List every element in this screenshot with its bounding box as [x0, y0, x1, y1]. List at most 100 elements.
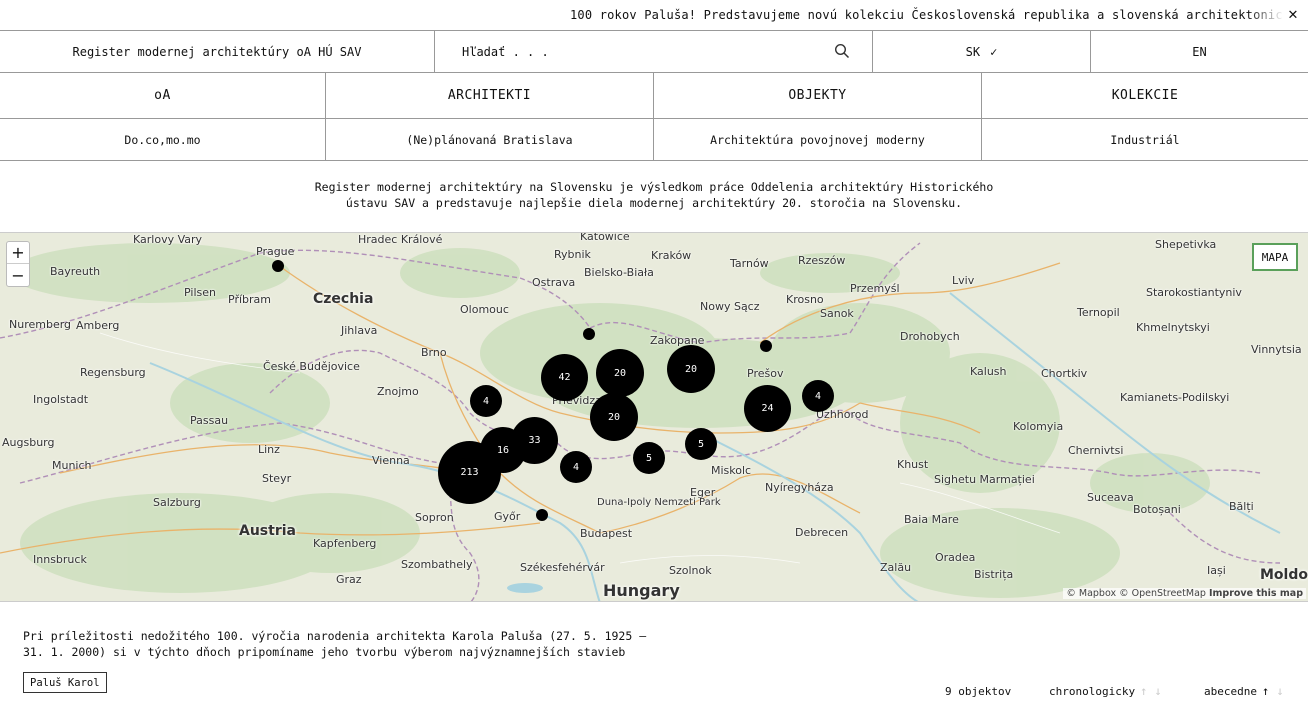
city-label: Starokostiantyniv [1146, 286, 1242, 299]
city-label: Przemyśl [850, 282, 900, 295]
city-label: Iași [1207, 564, 1226, 577]
city-label: Augsburg [2, 436, 55, 449]
collection-neplanovana-bratislava[interactable]: (Ne)plánovaná Bratislava [326, 119, 654, 160]
country-label: Austria [239, 523, 296, 539]
sort-arrows-icon: ↑ ↓ [1140, 684, 1162, 698]
map-cluster[interactable]: 5 [633, 442, 665, 474]
map-cluster[interactable]: 20 [596, 349, 644, 397]
map-marker[interactable] [272, 260, 284, 272]
city-label: Brno [421, 346, 447, 359]
city-label: Innsbruck [33, 553, 87, 566]
city-label: Lviv [952, 274, 975, 287]
city-label: Steyr [262, 472, 292, 485]
zoom-control: + − [6, 241, 30, 287]
city-label: Bistrița [974, 568, 1014, 581]
collection-industrial[interactable]: Industriál [982, 119, 1308, 160]
zoom-out-button[interactable]: − [7, 264, 29, 286]
site-title[interactable]: Register modernej architektúry oA HÚ SAV [0, 31, 435, 73]
map-cluster[interactable]: 42 [541, 354, 588, 401]
map-cluster[interactable]: 4 [470, 385, 502, 417]
lang-en-button[interactable]: EN [1091, 31, 1308, 73]
lang-sk-label: SK [965, 45, 981, 59]
ticker-text[interactable]: 100 rokov Paluša! Predstavujeme novú kol… [570, 8, 1308, 22]
country-label: Hungary [603, 581, 680, 600]
collection-povojnova-moderna[interactable]: Architektúra povojnovej moderny [654, 119, 982, 160]
nav-item-oa[interactable]: oA [0, 73, 326, 118]
sort-arrows-icon: ↑ ↓ [1261, 684, 1284, 698]
city-label: Szolnok [669, 564, 712, 577]
map-marker[interactable] [760, 340, 772, 352]
attribution-text[interactable]: © Mapbox © OpenStreetMap [1066, 588, 1206, 599]
map-marker[interactable] [583, 328, 595, 340]
check-icon: ✓ [990, 45, 998, 59]
sort-alphabetical[interactable]: abecedne ↑ ↓ [1204, 684, 1284, 698]
city-label: Kolomyia [1013, 420, 1064, 433]
city-label: Prešov [747, 367, 784, 380]
city-label: Bălți [1229, 500, 1254, 513]
lang-sk-button[interactable]: SK ✓ [873, 31, 1091, 73]
city-label: Győr [494, 510, 521, 523]
city-label: Znojmo [377, 385, 419, 398]
header-bar: Register modernej architektúry oA HÚ SAV… [0, 31, 1308, 73]
search-icon[interactable] [834, 43, 850, 59]
city-label: Kapfenberg [313, 537, 377, 550]
city-label: Nyíregyháza [765, 481, 834, 494]
city-label: Vinnytsia [1251, 343, 1302, 356]
city-label: Oradea [935, 551, 976, 564]
city-label: Olomouc [460, 303, 509, 316]
city-label: Zalău [880, 561, 912, 574]
map-cluster[interactable]: 4 [802, 380, 834, 412]
search-input[interactable] [462, 45, 822, 59]
close-icon[interactable]: ✕ [1282, 3, 1304, 25]
city-label: Duna-Ipoly Nemzeti Park [597, 497, 721, 508]
city-label: Drohobych [900, 330, 960, 343]
improve-map-link[interactable]: Improve this map [1209, 588, 1303, 599]
nav-item-objekty[interactable]: OBJEKTY [654, 73, 982, 118]
collection-description: Pri príležitosti nedožitého 100. výročia… [23, 629, 647, 659]
map-cluster[interactable]: 4 [560, 451, 592, 483]
city-label: Budapest [580, 527, 633, 540]
city-label: Graz [336, 573, 362, 586]
city-label: Chortkiv [1041, 367, 1088, 380]
search-box [435, 31, 873, 73]
country-label: Czechia [313, 291, 374, 307]
city-label: Sopron [415, 511, 454, 524]
city-label: Katowice [580, 232, 630, 243]
announcement-ticker: 100 rokov Paluša! Predstavujeme novú kol… [0, 0, 1308, 31]
city-label: Miskolc [711, 464, 752, 477]
map-cluster[interactable]: 20 [667, 345, 715, 393]
collection-docomomo[interactable]: Do.co,mo.mo [0, 119, 326, 160]
city-label: Ostrava [532, 276, 576, 289]
map-cluster[interactable]: 33 [511, 417, 558, 464]
city-label: Salzburg [153, 496, 201, 509]
city-label: Kamianets-Podilskyi [1120, 391, 1230, 404]
city-label: Kraków [651, 249, 692, 262]
map-cluster[interactable]: 24 [744, 385, 791, 432]
sort-chronological-label: chronologicky [1049, 684, 1136, 698]
sort-chronological[interactable]: chronologicky ↑ ↓ [1049, 684, 1162, 698]
city-label: Kalush [970, 365, 1007, 378]
object-count: 9 objektov [945, 685, 1012, 698]
map-view[interactable]: Czechia Austria Hungary Moldov Karlovy V… [0, 232, 1308, 602]
nav-item-kolekcie[interactable]: KOLEKCIE [982, 73, 1308, 118]
map-cluster[interactable]: 20 [590, 393, 638, 441]
city-label: Székesfehérvár [520, 561, 605, 574]
city-label: Sighetu Marmației [934, 473, 1035, 486]
map-cluster[interactable]: 5 [685, 428, 717, 460]
map-view-button[interactable]: MAPA [1252, 243, 1298, 271]
country-label: Moldov [1260, 567, 1308, 583]
map-marker[interactable] [536, 509, 548, 521]
city-label: Ternopil [1077, 306, 1120, 319]
city-label: Szombathely [401, 558, 473, 571]
nav-item-architekti[interactable]: ARCHITEKTI [326, 73, 654, 118]
city-label: Vienna [372, 454, 410, 467]
map-attribution: © Mapbox © OpenStreetMap Improve this ma… [1063, 588, 1306, 599]
city-label: Příbram [228, 293, 271, 306]
city-label: Sanok [820, 307, 854, 320]
zoom-in-button[interactable]: + [7, 242, 29, 264]
city-label: Baia Mare [904, 513, 959, 526]
architect-tag-button[interactable]: Paluš Karol [23, 672, 107, 693]
city-label: Nowy Sącz [700, 300, 760, 313]
intro-line-1: Register modernej architektúry na Sloven… [314, 180, 994, 194]
city-label: Ingolstadt [33, 393, 89, 406]
